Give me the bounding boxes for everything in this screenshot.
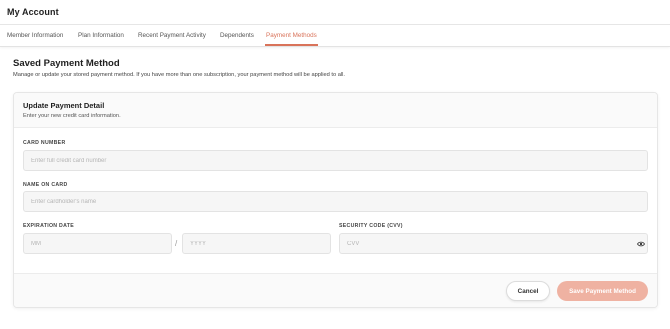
cancel-button[interactable]: Cancel <box>506 281 550 301</box>
card-number-input[interactable] <box>23 150 648 171</box>
cvv-label: SECURITY CODE (CVV) <box>339 223 403 229</box>
card-title: Update Payment Detail <box>23 101 105 110</box>
top-header: My Account <box>0 0 670 25</box>
save-payment-method-button[interactable]: Save Payment Method <box>557 281 648 301</box>
cvv-input[interactable] <box>339 233 648 254</box>
expiration-date-label: EXPIRATION DATE <box>23 223 74 229</box>
expiration-year-input[interactable] <box>182 233 331 254</box>
tabs-bar: Member Information Plan Information Rece… <box>0 25 670 47</box>
tab-member-information[interactable]: Member Information <box>7 32 63 39</box>
eye-icon[interactable] <box>637 241 645 247</box>
name-on-card-input[interactable] <box>23 191 648 212</box>
active-tab-indicator <box>265 44 318 46</box>
section-description: Manage or update your stored payment met… <box>13 72 345 78</box>
tab-recent-payment-activity[interactable]: Recent Payment Activity <box>138 32 206 39</box>
name-on-card-label: NAME ON CARD <box>23 182 68 188</box>
card-header: Update Payment Detail Enter your new cre… <box>14 93 657 128</box>
card-footer: Cancel Save Payment Method <box>14 273 657 307</box>
update-payment-card: Update Payment Detail Enter your new cre… <box>13 92 658 308</box>
page-title: My Account <box>7 7 59 17</box>
card-subtitle: Enter your new credit card information. <box>23 113 121 119</box>
expiration-month-input[interactable] <box>23 233 172 254</box>
tab-payment-methods[interactable]: Payment Methods <box>266 32 317 39</box>
expiration-separator: / <box>175 239 178 248</box>
card-number-label: CARD NUMBER <box>23 140 66 146</box>
tab-dependents[interactable]: Dependents <box>220 32 254 39</box>
tab-plan-information[interactable]: Plan Information <box>78 32 124 39</box>
section-title: Saved Payment Method <box>13 58 120 69</box>
